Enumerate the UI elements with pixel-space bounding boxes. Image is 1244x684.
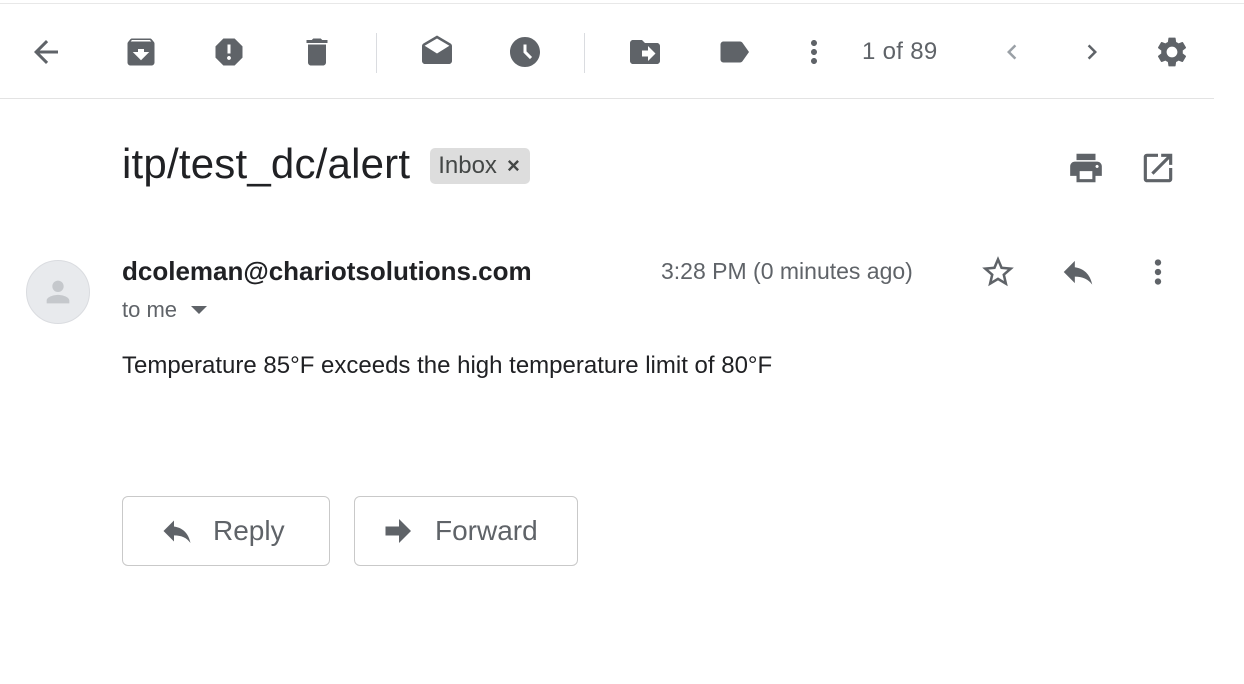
mark-unread-icon xyxy=(422,35,452,64)
labels-icon xyxy=(720,41,749,63)
chevron-down-icon xyxy=(191,306,208,314)
message-toolbar: 1 of 89 xyxy=(0,4,1214,99)
more-vert-icon xyxy=(1154,259,1162,285)
delete-button[interactable] xyxy=(293,28,341,76)
inbox-label-chip[interactable]: Inbox × xyxy=(430,148,530,184)
recipient-details[interactable]: to me xyxy=(122,297,208,323)
remove-label-icon[interactable]: × xyxy=(507,153,520,179)
older-button[interactable] xyxy=(1068,28,1116,76)
labels-button[interactable] xyxy=(710,28,758,76)
forward-arrow-icon xyxy=(385,519,411,543)
back-button[interactable] xyxy=(22,28,70,76)
forward-button[interactable]: Forward xyxy=(354,496,578,566)
move-to-icon xyxy=(630,40,660,64)
sender-email[interactable]: dcoleman@chariotsolutions.com xyxy=(122,256,532,287)
snooze-button[interactable] xyxy=(501,28,549,76)
chevron-right-icon xyxy=(1087,44,1097,60)
reply-icon xyxy=(163,520,191,543)
star-button[interactable] xyxy=(974,248,1022,296)
report-spam-icon xyxy=(215,38,243,66)
reply-label: Reply xyxy=(213,515,285,546)
more-vert-icon xyxy=(811,40,817,64)
print-button[interactable] xyxy=(1062,144,1110,192)
back-arrow-icon xyxy=(34,40,58,64)
report-spam-button[interactable] xyxy=(205,28,253,76)
page-count: 1 of 89 xyxy=(862,38,938,65)
toolbar-divider xyxy=(584,33,585,73)
mark-unread-button[interactable] xyxy=(413,28,461,76)
message-body: Temperature 85°F exceeds the high temper… xyxy=(122,352,773,379)
reply-icon xyxy=(1063,260,1093,285)
chevron-left-icon xyxy=(1007,44,1017,60)
more-options-button[interactable] xyxy=(790,28,838,76)
open-new-window-button[interactable] xyxy=(1134,144,1182,192)
reply-icon-button[interactable] xyxy=(1054,248,1102,296)
gear-icon xyxy=(1157,37,1187,67)
archive-icon xyxy=(127,38,155,66)
label-name: Inbox xyxy=(438,152,497,179)
subject-row: itp/test_dc/alert Inbox × xyxy=(122,140,530,188)
star-outline-icon xyxy=(982,256,1014,287)
snooze-icon xyxy=(510,37,540,67)
reply-button[interactable]: Reply xyxy=(122,496,330,566)
recipient-label: to me xyxy=(122,297,178,322)
avatar[interactable] xyxy=(26,260,90,324)
delete-icon xyxy=(306,38,328,66)
toolbar-divider xyxy=(376,33,377,73)
email-subject: itp/test_dc/alert xyxy=(122,140,411,187)
message-timestamp: 3:28 PM (0 minutes ago) xyxy=(661,258,913,284)
person-icon xyxy=(46,280,70,304)
archive-button[interactable] xyxy=(117,28,165,76)
forward-label: Forward xyxy=(435,515,538,546)
open-in-new-icon xyxy=(1143,153,1173,183)
message-more-button[interactable] xyxy=(1134,248,1182,296)
newer-button[interactable] xyxy=(988,28,1036,76)
print-icon xyxy=(1070,153,1102,183)
move-to-button[interactable] xyxy=(621,28,669,76)
settings-button[interactable] xyxy=(1148,28,1196,76)
